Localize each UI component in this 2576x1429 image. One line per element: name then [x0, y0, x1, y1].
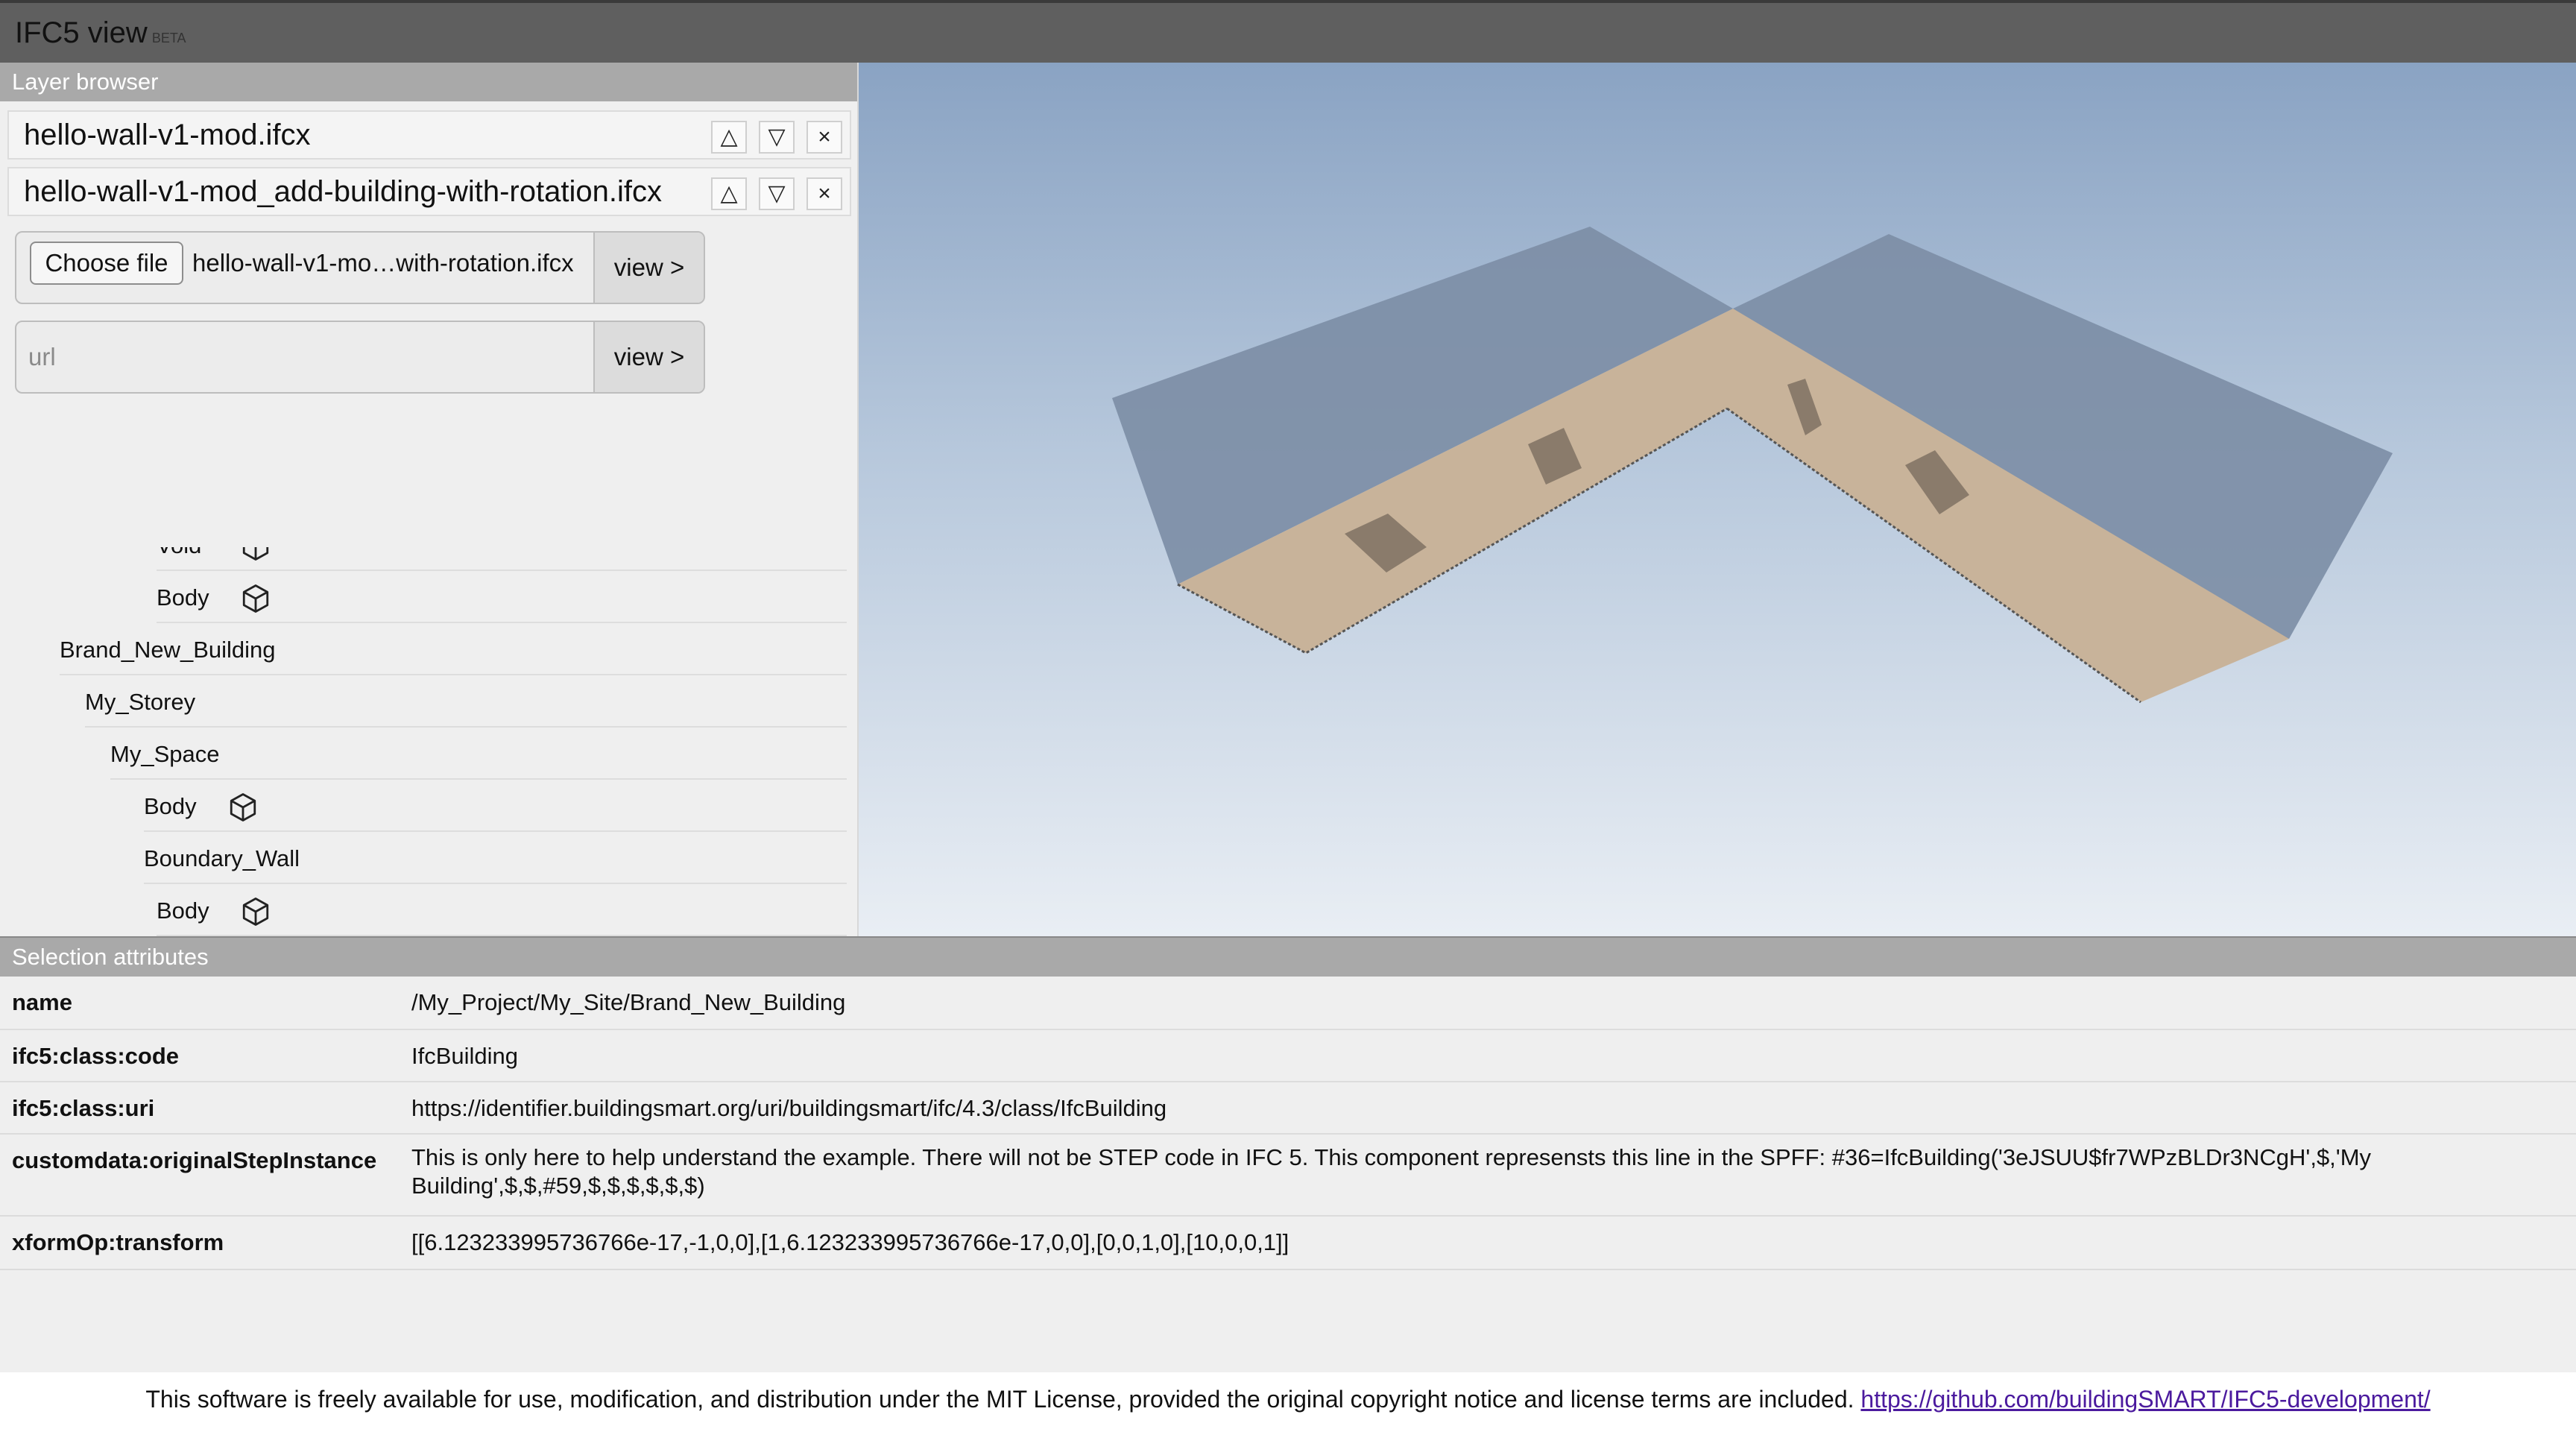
- attribute-row: ifc5:class:uri https://identifier.buildi…: [0, 1082, 2576, 1135]
- selection-attributes-panel: Selection attributes name /My_Project/My…: [0, 936, 2576, 1372]
- view-url-button[interactable]: view >: [593, 322, 704, 392]
- cube-icon[interactable]: [240, 896, 271, 927]
- selected-file-name: hello-wall-v1-mo…with-rotation.ifcx: [192, 249, 574, 277]
- tree-item[interactable]: Boundary_Wall: [144, 833, 847, 884]
- tree-item[interactable]: My_Space: [110, 729, 847, 780]
- app-title-bar: IFC5 view BETA: [0, 0, 2576, 63]
- tree-item-label: Brand_New_Building: [60, 637, 276, 663]
- remove-layer-button[interactable]: ×: [806, 121, 842, 154]
- repository-link[interactable]: https://github.com/buildingSMART/IFC5-de…: [1860, 1386, 2430, 1413]
- layer-tree: Void Body Brand_New_Building My_Storey My_Sp…: [0, 547, 857, 936]
- tree-item[interactable]: Body: [157, 886, 847, 936]
- url-input[interactable]: [16, 322, 596, 392]
- attribute-key: name: [12, 989, 72, 1015]
- attribute-row: name /My_Project/My_Site/Brand_New_Build…: [0, 977, 2576, 1030]
- attribute-key: customdata:originalStepInstance: [12, 1147, 377, 1173]
- beta-badge: BETA: [151, 31, 186, 45]
- license-footer: This software is freely available for us…: [0, 1372, 2576, 1429]
- move-layer-down-button[interactable]: ▽: [759, 121, 795, 154]
- layer-item[interactable]: hello-wall-v1-mod.ifcx △ ▽ ×: [7, 110, 851, 160]
- cube-icon[interactable]: [227, 792, 259, 823]
- attribute-key: ifc5:class:code: [12, 1043, 179, 1069]
- selection-attributes-header: Selection attributes: [0, 938, 2576, 977]
- attribute-row: xformOp:transform [[6.123233995736766e-1…: [0, 1217, 2576, 1270]
- attribute-row: ifc5:class:code IfcBuilding: [0, 1030, 2576, 1082]
- tree-item-label: My_Storey: [85, 689, 196, 715]
- 3d-viewport[interactable]: [859, 63, 2576, 936]
- move-layer-up-button[interactable]: △: [711, 177, 747, 210]
- attribute-key: ifc5:class:uri: [12, 1095, 155, 1121]
- tree-item-label: Body: [157, 584, 209, 611]
- tree-item[interactable]: Brand_New_Building: [60, 625, 847, 675]
- layer-name: hello-wall-v1-mod_add-building-with-rota…: [24, 175, 662, 208]
- tree-item[interactable]: Void: [157, 547, 847, 571]
- building-model[interactable]: [859, 63, 2576, 936]
- cube-icon[interactable]: [240, 583, 271, 614]
- tree-item[interactable]: Body: [144, 781, 847, 832]
- tree-item-label: Body: [144, 793, 197, 819]
- tree-item[interactable]: My_Storey: [85, 677, 847, 728]
- tree-item-label: Boundary_Wall: [144, 845, 300, 871]
- move-layer-down-button[interactable]: ▽: [759, 177, 795, 210]
- move-layer-up-button[interactable]: △: [711, 121, 747, 154]
- url-loader: view >: [15, 321, 705, 394]
- layer-item[interactable]: hello-wall-v1-mod_add-building-with-rota…: [7, 167, 851, 216]
- file-picker: Choose file hello-wall-v1-mo…with-rotati…: [15, 231, 705, 304]
- remove-layer-button[interactable]: ×: [806, 177, 842, 210]
- view-file-button[interactable]: view >: [593, 233, 704, 303]
- tree-item-label: My_Space: [110, 741, 220, 767]
- cube-icon[interactable]: [240, 547, 271, 562]
- attribute-value: /My_Project/My_Site/Brand_New_Building: [411, 989, 846, 1015]
- tree-item-label: Void: [157, 547, 201, 571]
- attribute-value: This is only here to help understand the…: [411, 1144, 2372, 1199]
- tree-item[interactable]: Body: [157, 572, 847, 623]
- layer-name: hello-wall-v1-mod.ifcx: [24, 119, 311, 151]
- license-text: This software is freely available for us…: [145, 1386, 1861, 1413]
- attribute-key: xformOp:transform: [12, 1229, 224, 1255]
- choose-file-button[interactable]: Choose file: [30, 242, 183, 285]
- app-title: IFC5 view: [15, 16, 148, 49]
- layer-browser-header: Layer browser: [0, 63, 857, 101]
- tree-item-label: Body: [157, 898, 209, 924]
- attribute-value: [[6.123233995736766e-17,-1,0,0],[1,6.123…: [411, 1229, 1289, 1255]
- layer-browser-panel: Layer browser hello-wall-v1-mod.ifcx △ ▽…: [0, 63, 859, 936]
- attribute-value: IfcBuilding: [411, 1043, 519, 1069]
- attribute-value: https://identifier.buildingsmart.org/uri…: [411, 1095, 1167, 1121]
- attribute-row: customdata:originalStepInstance This is …: [0, 1135, 2576, 1217]
